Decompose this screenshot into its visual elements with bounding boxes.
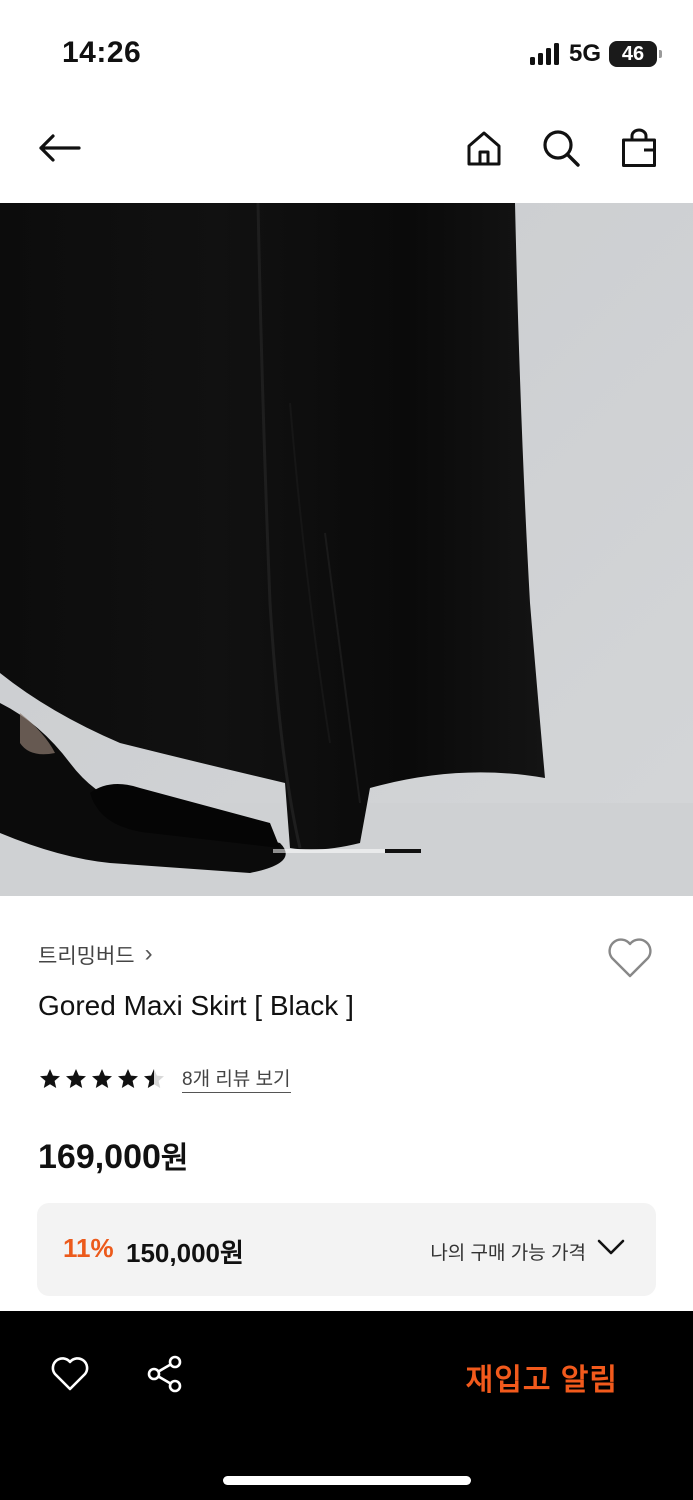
slide-indicator-active (385, 849, 421, 853)
star-icon (118, 1068, 138, 1088)
home-icon (467, 131, 501, 166)
rating-stars (38, 1067, 166, 1091)
star-icon (40, 1068, 60, 1088)
product-name: Gored Maxi Skirt [ Black ] (38, 990, 354, 1021)
product-price: 169,000원 (38, 1133, 189, 1177)
share-icon (147, 1355, 182, 1393)
price-value: 169,000 (38, 1138, 161, 1176)
battery-icon: 46 (609, 41, 662, 67)
share-button[interactable] (145, 1354, 185, 1394)
bottom-wishlist-button[interactable] (50, 1355, 90, 1395)
search-button[interactable] (535, 122, 587, 174)
member-price-dropdown[interactable]: 11% 150,000원 나의 구매 가능 가격 (37, 1203, 656, 1296)
price-unit: 원 (160, 1142, 189, 1175)
member-price-label: 나의 구매 가능 가격 (430, 1243, 586, 1264)
discount-rate: 11% (63, 1233, 114, 1263)
cart-button[interactable] (613, 122, 665, 174)
status-time: 14:26 (62, 36, 142, 69)
slide-indicator (273, 849, 421, 853)
top-navigation (0, 100, 693, 203)
brand-name: 트리밍버드 (38, 945, 135, 968)
product-image-carousel[interactable] (0, 203, 693, 896)
star-half-icon (144, 1068, 164, 1088)
network-label: 5G (568, 40, 601, 67)
status-bar: 14:26 5G 46 (0, 0, 693, 100)
chevron-right-icon: › (144, 940, 153, 967)
member-price: 150,000원 (126, 1238, 244, 1268)
star-icon (66, 1068, 86, 1088)
arrow-left-icon (39, 134, 81, 162)
status-indicators: 5G 46 (529, 40, 662, 68)
home-button[interactable] (458, 122, 510, 174)
home-indicator (223, 1476, 471, 1485)
signal-icon (529, 43, 559, 65)
shopping-bag-icon (622, 128, 656, 167)
rating-row: 8개 리뷰 보기 (38, 1064, 291, 1093)
product-photo (0, 203, 693, 896)
slide-indicator-track (273, 849, 385, 853)
star-icon (92, 1068, 112, 1088)
review-link[interactable]: 8개 리뷰 보기 (182, 1064, 291, 1093)
heart-icon (608, 938, 652, 978)
heart-icon (51, 1357, 89, 1391)
brand-link[interactable]: 트리밍버드 › (38, 940, 153, 970)
back-button[interactable] (33, 122, 85, 174)
restock-alert-button[interactable]: 재입고 알림 (466, 1355, 618, 1399)
search-icon (543, 130, 580, 167)
chevron-down-icon (597, 1239, 625, 1255)
wishlist-button[interactable] (606, 936, 654, 982)
bottom-action-bar: 재입고 알림 (0, 1311, 693, 1500)
